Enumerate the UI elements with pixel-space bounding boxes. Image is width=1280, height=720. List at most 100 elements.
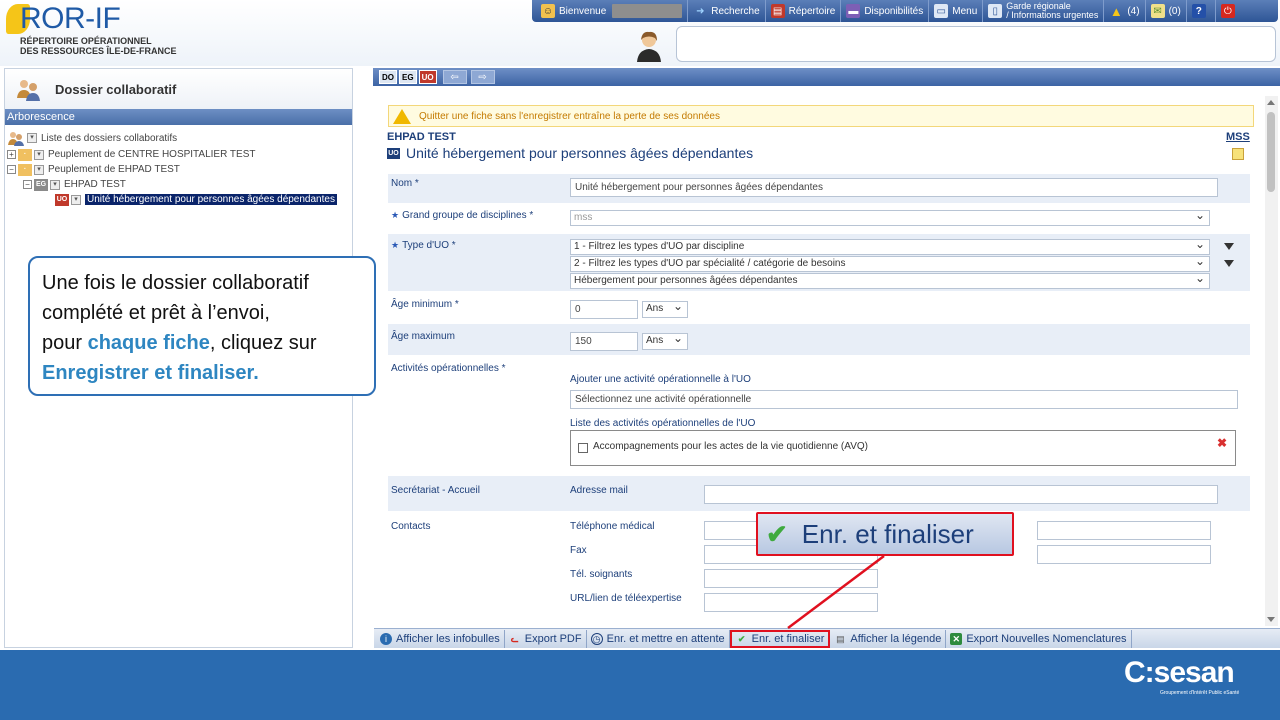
nav-garde-regionale[interactable]: ▯ Garde régionale / Informations urgente… [983,0,1105,22]
add-document-icon[interactable] [1232,148,1244,160]
mss-link[interactable]: MSS [1226,131,1250,143]
clock-icon: ◷ [590,632,603,645]
uo-badge[interactable]: UO [418,70,437,84]
activite-checkbox[interactable] [578,443,588,453]
type-uo-select[interactable]: Hébergement pour personnes âgées dépenda… [570,271,1210,289]
instruction-callout: Une fois le dossier collaboratif complét… [28,256,376,396]
nav-garde-label: Garde régionale / Informations urgentes [1006,2,1098,20]
nav-menu-label: Menu [952,5,978,17]
left-panel-header: Dossier collaboratif [5,69,352,109]
eg-badge[interactable]: EG [399,70,417,84]
adresse-mail-input[interactable] [704,485,1218,504]
content-scrollbar[interactable] [1265,96,1278,626]
callout-line1: Une fois le dossier collaboratif [42,272,309,294]
do-badge[interactable]: DO [379,70,397,84]
collapse-toggle[interactable]: − [23,180,32,189]
activite-select-input[interactable]: Sélectionnez une activité opérationnelle [570,390,1238,409]
nav-messages[interactable]: ✉ (0) [1146,0,1187,22]
save-pending-button[interactable]: ◷ Enr. et mettre en attente [587,629,730,648]
tree-root-menu[interactable]: ▾ [27,133,37,143]
delete-icon[interactable]: ✖ [1217,436,1227,450]
tel-medical-extra-input[interactable] [1037,521,1211,540]
tree-item-ehpad[interactable]: − · ▾ Peuplement de EHPAD TEST [7,162,350,177]
scroll-down-arrow-icon[interactable] [1267,617,1275,622]
nav-logout[interactable]: ⏻ [1216,0,1244,22]
activites-label: Activités opérationnelles * [391,363,506,374]
row-secretariat: Secrétariat - Accueil Adresse mail [388,476,1250,512]
tree-item-centre-hospitalier[interactable]: + · ▾ Peuplement de CENTRE HOSPITALIER T… [7,147,350,162]
star-icon: ★ [391,210,400,220]
url-teleexpertise-input[interactable] [704,593,878,612]
collaborative-users-icon [17,80,40,101]
collapse-toggle[interactable]: − [7,165,16,174]
nav-disponibilites[interactable]: ▬ Disponibilités [841,0,930,22]
nav-disponibilites-label: Disponibilités [864,5,924,17]
tree-root[interactable]: ▾ Liste des dossiers collaboratifs [7,129,350,147]
tree-item-menu[interactable]: ▾ [34,164,44,175]
legend-label: Afficher la légende [850,632,942,645]
check-icon: ✔ [737,633,746,644]
nav-repertoire[interactable]: ▤ Répertoire [766,0,842,22]
filter-icon[interactable] [1224,260,1234,267]
type-uo-specialite-select[interactable]: 2 - Filtrez les types d'UO par spécialit… [570,254,1210,272]
tel-medical-label: Téléphone médical [570,521,655,532]
tree-item-menu[interactable]: ▾ [50,179,60,190]
callout-highlight-finaliser: Enregistrer et finaliser. [42,362,259,384]
scroll-thumb[interactable] [1267,112,1275,192]
type-uo-label: ★ Type d'UO * [391,240,456,251]
nav-alerts[interactable]: ▲ (4) [1104,0,1146,22]
forward-arrow-icon[interactable]: ⇨ [470,70,495,84]
eg-badge-icon: EG [34,178,48,191]
unsaved-warning: Quitter une fiche sans l'enregistrer ent… [388,105,1254,127]
tree-item-menu[interactable]: ▾ [34,149,44,160]
unit-title-text: Unité hébergement pour personnes âgées d… [406,145,754,161]
uo-icon: UO [387,147,400,159]
tree-item-menu[interactable]: ▾ [71,194,81,205]
callout-line3: pour chaque fiche, cliquez sur [42,328,362,358]
tree-item-label: Peuplement de EHPAD TEST [48,164,180,175]
logo-line1: RÉPERTOIRE OPÉRATIONNEL [20,36,152,46]
nav-bienvenue-label: Bienvenue [559,5,607,17]
age-min-unit-select[interactable]: Ans [642,299,688,318]
type-uo-discipline-select[interactable]: 1 - Filtrez les types d'UO par disciplin… [570,237,1210,255]
nav-bienvenue[interactable]: ☺ Bienvenue [536,0,689,22]
age-max-unit-select[interactable]: Ans [642,331,688,350]
messages-count: (0) [1168,5,1181,17]
export-nomenclatures-button[interactable]: ✕ Export Nouvelles Nomenclatures [946,629,1132,648]
check-icon: ✔ [766,518,788,549]
age-min-input[interactable]: 0 [570,300,638,319]
tree-item-selected-label: Unité hébergement pour personnes âgées d… [85,194,337,205]
infobulles-button[interactable]: i Afficher les infobulles [376,629,505,648]
age-max-label: Âge maximum [391,331,455,342]
envelope-icon: ✉ [1150,4,1165,18]
nav-help[interactable]: ? [1187,0,1216,22]
grand-groupe-select[interactable]: mss [570,208,1210,226]
save-finalize-button[interactable]: ✔ Enr. et finaliser [729,629,831,648]
ror-if-logo[interactable]: ROR-IF RÉPERTOIRE OPÉRATIONNEL DES RESSO… [6,2,186,62]
url-teleexpertise-label: URL/lien de téléexpertise [570,593,682,604]
fax-extra-input[interactable] [1037,545,1211,564]
back-arrow-icon[interactable]: ⇦ [442,70,467,84]
tel-soignants-input[interactable] [704,569,878,588]
nom-input[interactable]: Unité hébergement pour personnes âgées d… [570,178,1218,197]
row-type-uo: ★ Type d'UO * 1 - Filtrez les types d'UO … [388,234,1250,292]
filter-icon[interactable] [1224,243,1234,250]
logo-line2: DES RESSOURCES ÎLE-DE-FRANCE [20,46,177,56]
legend-button[interactable]: ▤ Afficher la légende [830,629,947,648]
export-pdf-button[interactable]: ᓚ Export PDF [505,629,587,648]
bed-icon: ▬ [846,4,861,18]
age-max-input[interactable]: 150 [570,332,638,351]
right-toolbar: DO EG UO ⇦ ⇨ [373,68,1280,86]
nav-menu[interactable]: ▭ Menu [929,0,984,22]
message-display-box [676,26,1276,62]
tree-item-unite-hebergement[interactable]: UO ▾ Unité hébergement pour personnes âg… [7,192,350,207]
scroll-up-arrow-icon[interactable] [1267,100,1275,105]
nav-recherche[interactable]: ➜ Recherche [688,0,766,22]
zoomed-finalize-button: ✔ Enr. et finaliser [756,512,1014,556]
export-pdf-label: Export PDF [524,632,582,645]
expand-toggle[interactable]: + [7,150,16,159]
tree-item-ehpad-test[interactable]: − EG ▾ EHPAD TEST [7,177,350,192]
info-icon: i [380,632,392,645]
excel-icon: ✕ [950,632,963,645]
pdf-icon: ᓚ [510,633,519,644]
